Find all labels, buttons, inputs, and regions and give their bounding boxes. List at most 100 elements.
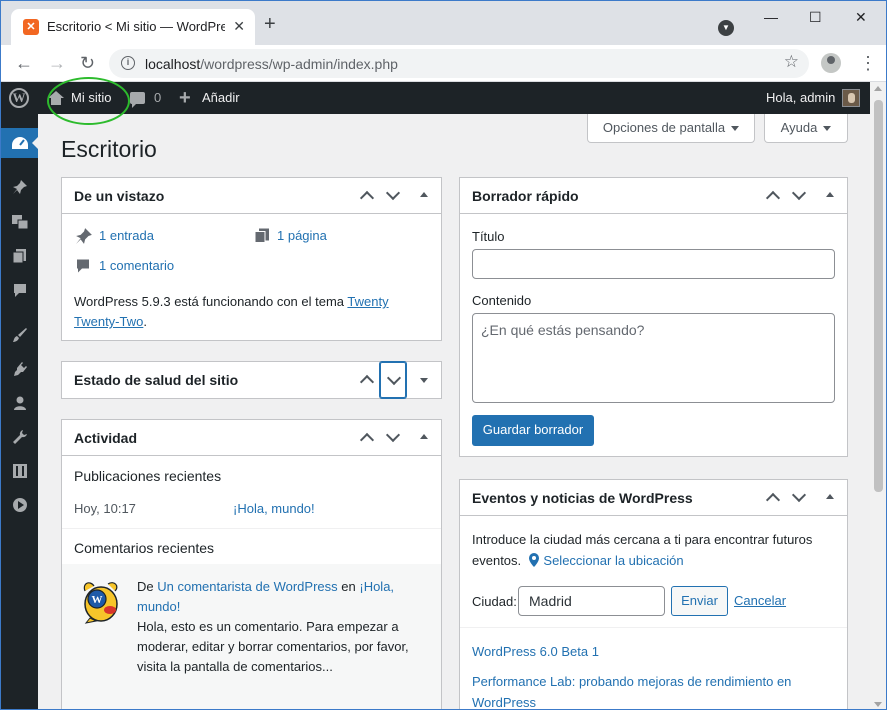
wp-version-text: WordPress 5.9.3 está funcionando con el … — [74, 292, 429, 332]
browser-tab[interactable]: ✕ Escritorio < Mi sitio — WordPress ✕ — [11, 9, 255, 45]
page-icon — [254, 228, 269, 243]
plugins-icon[interactable] — [1, 354, 38, 384]
url-path: /wordpress/wp-admin/index.php — [200, 56, 398, 72]
widget-title: Eventos y noticias de WordPress — [472, 490, 693, 506]
city-label: Ciudad: — [472, 594, 517, 609]
collapse-toggle-icon[interactable] — [411, 178, 437, 214]
move-up-icon[interactable] — [354, 420, 380, 456]
submit-city-button[interactable]: Enviar — [671, 586, 728, 616]
recent-post-link[interactable]: ¡Hola, mundo! — [233, 501, 315, 516]
media-icon[interactable] — [1, 207, 38, 237]
draft-title-input[interactable] — [472, 249, 835, 279]
reload-icon[interactable]: ↻ — [80, 52, 95, 74]
dashboard-gauge-icon[interactable] — [1, 128, 38, 158]
comments-count-link[interactable]: 1 comentario — [99, 258, 174, 273]
browser-toolbar: ← → ↻ i localhost/wordpress/wp-admin/ind… — [1, 45, 886, 82]
forward-arrow-icon[interactable]: → — [48, 52, 66, 74]
user-avatar[interactable] — [842, 89, 860, 107]
wordpress-logo-icon[interactable]: W — [9, 88, 29, 108]
new-tab-button[interactable]: + — [264, 14, 276, 34]
save-draft-button[interactable]: Guardar borrador — [472, 415, 594, 446]
browser-menu-icon[interactable]: ⋮ — [859, 52, 877, 74]
widget-header: Borrador rápido — [460, 178, 847, 214]
help-button[interactable]: Ayuda — [764, 114, 848, 143]
move-down-icon[interactable] — [786, 480, 812, 516]
move-down-icon[interactable] — [380, 178, 406, 214]
profile-avatar-icon[interactable] — [821, 53, 841, 73]
window-maximize-button[interactable]: ☐ — [809, 7, 822, 27]
move-down-icon[interactable] — [786, 178, 812, 214]
comment-on: en — [341, 579, 356, 594]
widget-header: Estado de salud del sitio — [62, 362, 441, 398]
widget-title: De un vistazo — [74, 188, 165, 204]
widget-title: Actividad — [74, 430, 138, 446]
scroll-down-arrow-icon[interactable] — [874, 702, 882, 707]
location-pin-icon — [528, 553, 539, 567]
caret-down-icon — [823, 126, 832, 132]
comment-from: De — [137, 579, 154, 594]
move-up-icon[interactable] — [354, 362, 380, 398]
site-health-widget: Estado de salud del sitio — [61, 361, 442, 399]
comment-author-link[interactable]: Un comentarista de WordPress — [157, 579, 337, 594]
pages-count-link[interactable]: 1 página — [277, 228, 327, 243]
move-up-icon[interactable] — [354, 178, 380, 214]
page-title: Escritorio — [61, 136, 157, 162]
users-icon[interactable] — [1, 388, 38, 418]
posts-count-link[interactable]: 1 entrada — [99, 228, 154, 243]
period: . — [143, 314, 147, 329]
url-host: localhost — [145, 56, 201, 72]
collapse-toggle-icon[interactable] — [411, 420, 437, 456]
add-new-link[interactable]: Añadir — [202, 82, 240, 114]
url-text: localhost/wordpress/wp-admin/index.php — [145, 56, 398, 72]
bookmark-star-icon[interactable]: ☆ — [784, 52, 799, 72]
widget-title: Estado de salud del sitio — [74, 372, 239, 388]
tab-search-icon[interactable]: ▼ — [718, 20, 734, 36]
admin-sidebar — [1, 114, 38, 709]
xampp-favicon-icon: ✕ — [23, 19, 39, 35]
tools-wrench-icon[interactable] — [1, 422, 38, 452]
comments-count[interactable]: 0 — [154, 82, 161, 114]
svg-text:W: W — [92, 594, 103, 606]
move-down-icon[interactable] — [380, 362, 406, 398]
at-a-glance-widget: De un vistazo 1 entrada 1 página 1 comen… — [61, 177, 442, 341]
posts-pin-icon[interactable] — [1, 172, 38, 202]
user-greeting[interactable]: Hola, admin — [766, 82, 835, 114]
news-item-link[interactable]: WordPress 6.0 Beta 1 — [472, 644, 599, 659]
draft-content-textarea[interactable]: ¿En qué estás pensando? — [472, 313, 835, 403]
city-input[interactable]: Madrid — [518, 586, 665, 616]
collapse-toggle-icon[interactable] — [817, 480, 843, 516]
expand-toggle-icon[interactable] — [411, 362, 437, 398]
widget-header: Actividad — [62, 420, 441, 456]
widget-header: Eventos y noticias de WordPress — [460, 480, 847, 516]
site-info-icon[interactable]: i — [121, 56, 135, 70]
scroll-thumb[interactable] — [874, 100, 883, 492]
address-bar[interactable]: i localhost/wordpress/wp-admin/index.php… — [109, 49, 809, 78]
select-location-link[interactable]: Seleccionar la ubicación — [543, 553, 683, 568]
recent-comments-heading: Comentarios recientes — [74, 540, 215, 556]
scroll-up-arrow-icon[interactable] — [874, 86, 882, 91]
move-up-icon[interactable] — [760, 480, 786, 516]
news-item-link[interactable]: Performance Lab: probando mejoras de ren… — [472, 671, 812, 709]
page-scrollbar[interactable] — [870, 82, 886, 709]
move-down-icon[interactable] — [380, 420, 406, 456]
comment-bubble-icon — [77, 259, 89, 273]
widget-header: De un vistazo — [62, 178, 441, 214]
collapse-menu-play-icon[interactable] — [1, 490, 38, 520]
running-text: WordPress 5.9.3 está funcionando con el … — [74, 294, 345, 309]
window-minimize-button[interactable]: — — [764, 7, 778, 27]
comments-bubble-icon[interactable] — [130, 92, 145, 108]
settings-sliders-icon[interactable] — [1, 456, 38, 486]
collapse-toggle-icon[interactable] — [817, 178, 843, 214]
tab-title: Escritorio < Mi sitio — WordPress — [47, 19, 225, 34]
move-up-icon[interactable] — [760, 178, 786, 214]
screen-options-button[interactable]: Opciones de pantalla — [587, 114, 755, 143]
plus-icon[interactable]: + — [179, 82, 191, 114]
tab-close-icon[interactable]: ✕ — [233, 18, 245, 34]
post-date: Hoy, 10:17 — [74, 501, 136, 516]
cancel-city-link[interactable]: Cancelar — [734, 593, 786, 608]
appearance-brush-icon[interactable] — [1, 320, 38, 350]
pages-icon[interactable] — [1, 241, 38, 271]
window-close-button[interactable]: ✕ — [855, 7, 867, 27]
comments-icon[interactable] — [1, 275, 38, 305]
back-arrow-icon[interactable]: ← — [15, 52, 33, 74]
